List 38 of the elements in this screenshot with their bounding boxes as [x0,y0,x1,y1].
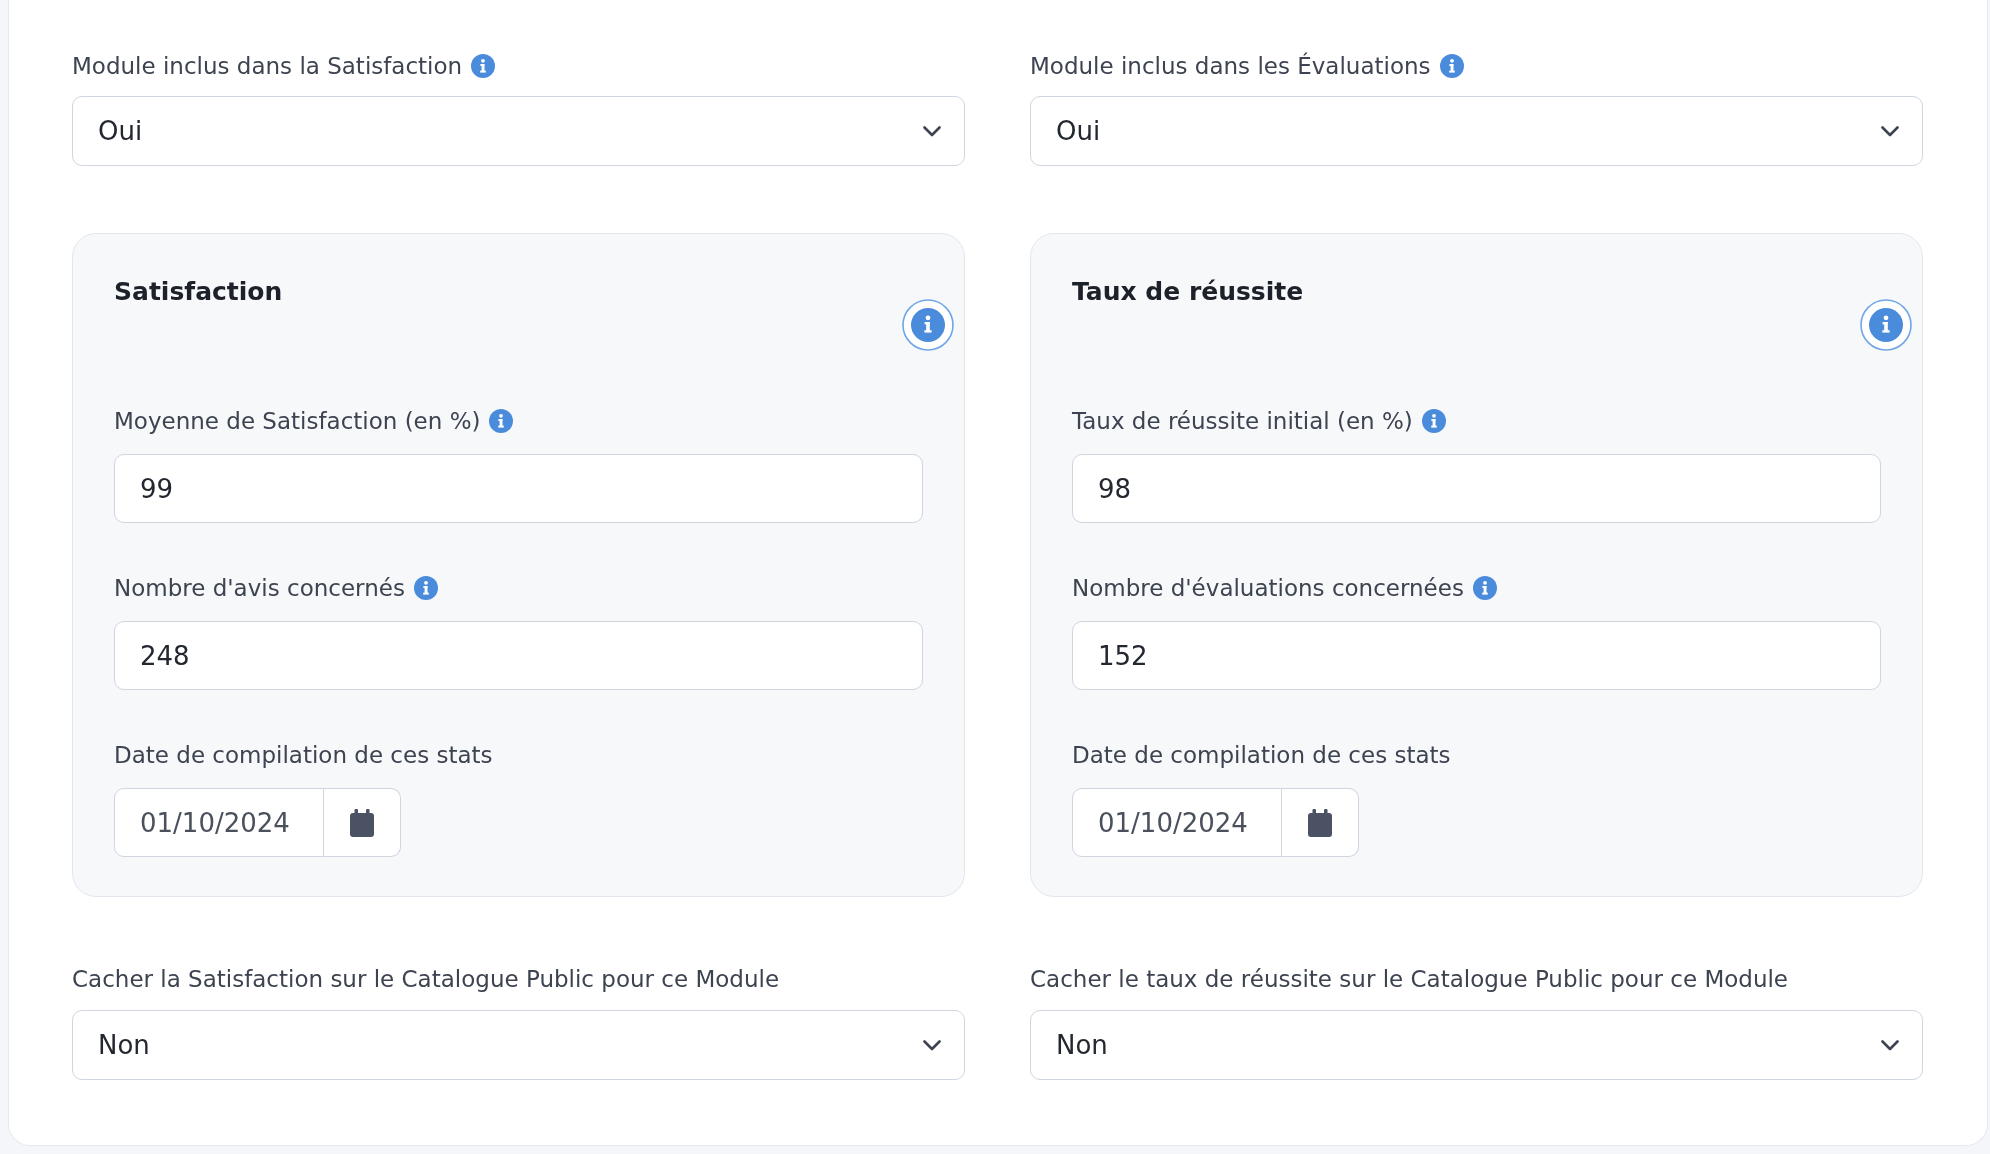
select-field[interactable]: Oui [1030,96,1923,166]
field-label: Taux de réussite initial (en %) [1072,407,1413,436]
field-label: Date de compilation de ces stats [1072,741,1451,770]
input-field[interactable]: 98 [1072,454,1881,523]
info-icon[interactable] [1860,299,1912,351]
select-field[interactable]: Non [1030,1010,1923,1080]
chevron-down-icon [1881,1039,1899,1051]
date-field[interactable]: 01/10/2024 [1072,788,1282,857]
card-title: Taux de réussite [1072,276,1304,308]
field-label: Date de compilation de ces stats [114,741,493,770]
field-label: Module inclus dans les Évaluations [1030,51,1431,81]
field-label: Cacher la Satisfaction sur le Catalogue Public pour ce Module [72,965,780,994]
input-field[interactable]: 99 [114,454,923,523]
calendar-button[interactable] [324,788,401,857]
field-label: Nombre d'avis concernés [114,574,405,603]
chevron-down-icon [923,1039,941,1051]
calendar-icon [350,808,374,837]
info-icon[interactable] [1472,576,1497,600]
field-label: Cacher le taux de réussite sur le Catalogue Public pour ce Module [1030,965,1788,994]
calendar-button[interactable] [1282,788,1359,857]
info-icon[interactable] [902,299,954,351]
select-field[interactable]: Non [72,1010,965,1080]
chevron-down-icon [1881,125,1899,137]
card-title: Satisfaction [114,276,283,308]
date-field[interactable]: 01/10/2024 [114,788,324,857]
input-field[interactable]: 248 [114,621,923,690]
info-icon[interactable] [489,409,514,433]
calendar-icon [1308,808,1332,837]
info-icon[interactable] [1421,409,1446,433]
field-label: Module inclus dans la Satisfaction [72,52,463,81]
field-label: Nombre d'évaluations concernées [1072,574,1464,603]
info-icon[interactable] [471,54,496,78]
field-label: Moyenne de Satisfaction (en %) [114,407,481,436]
info-icon[interactable] [1439,54,1464,78]
chevron-down-icon [923,125,941,137]
info-icon[interactable] [413,576,438,600]
select-field[interactable]: Oui [72,96,965,166]
input-field[interactable]: 152 [1072,621,1881,690]
